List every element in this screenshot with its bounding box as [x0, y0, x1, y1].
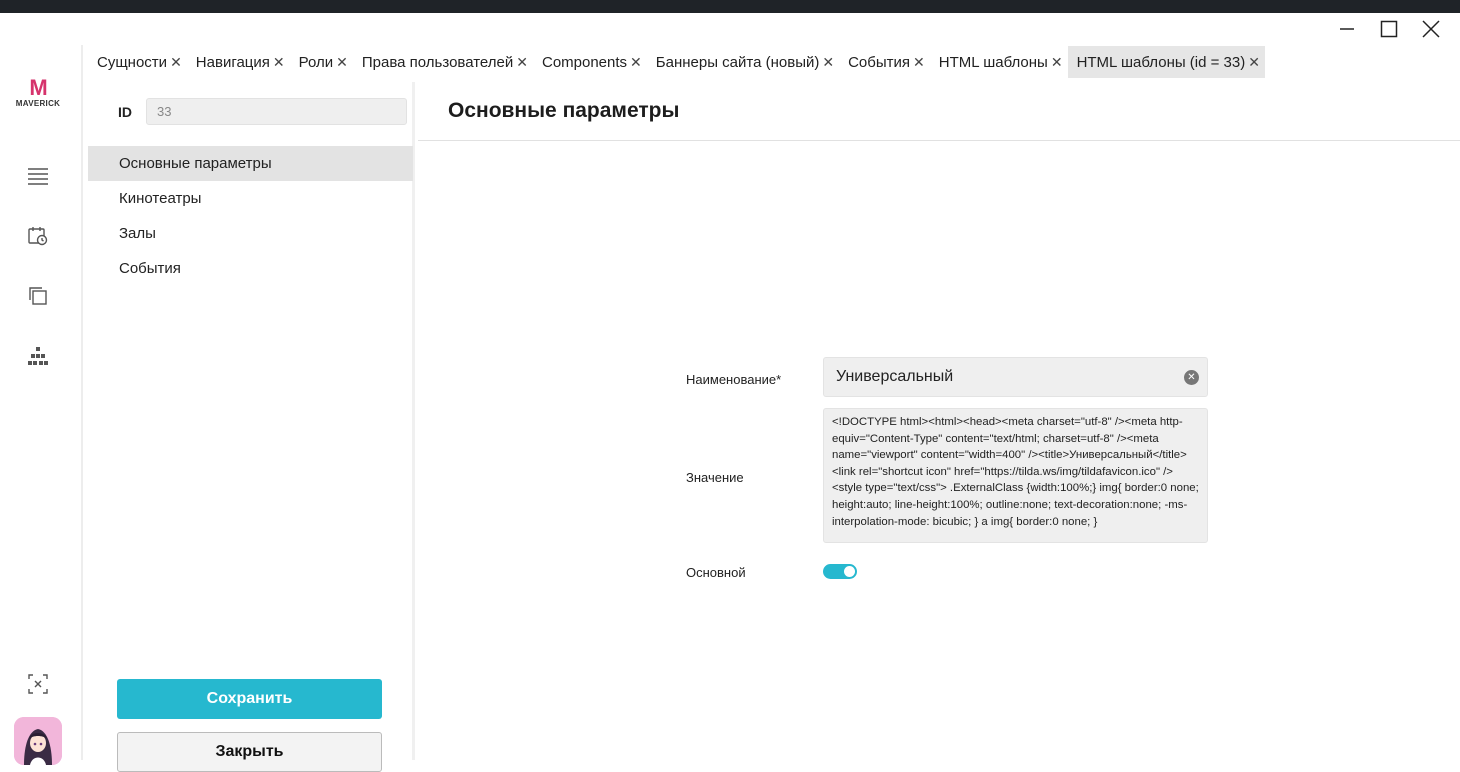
id-row: ID 33: [118, 98, 407, 125]
tab-close-icon[interactable]: ✕: [913, 54, 925, 71]
tab-roles[interactable]: Роли ✕: [290, 46, 353, 78]
minimize-icon[interactable]: [1332, 14, 1362, 44]
tab-label: HTML шаблоны (id = 33): [1076, 53, 1246, 71]
close-button[interactable]: Закрыть: [117, 732, 382, 772]
section-nav: Основные параметры Кинотеатры Залы Событ…: [88, 146, 413, 286]
tab-label: Роли: [298, 53, 334, 71]
id-label: ID: [118, 103, 132, 120]
name-value: Универсальный: [836, 368, 954, 385]
main-content: Основные параметры Наименование* Универс…: [418, 82, 1460, 760]
primary-label: Основной: [686, 565, 746, 580]
tab-close-icon[interactable]: ✕: [170, 54, 182, 71]
tab-label: Права пользователей: [361, 53, 514, 71]
tab-label: Сущности: [97, 53, 168, 71]
nav-item-events[interactable]: События: [88, 251, 413, 286]
tab-close-icon[interactable]: ✕: [630, 54, 642, 71]
clear-input-icon[interactable]: ✕: [1184, 370, 1199, 385]
tab-entities[interactable]: Сущности ✕: [88, 46, 187, 78]
value-textarea[interactable]: <!DOCTYPE html><html><head><meta charset…: [823, 408, 1208, 543]
tab-user-rights[interactable]: Права пользователей ✕: [353, 46, 533, 78]
close-icon[interactable]: [1416, 14, 1446, 44]
tab-site-banners[interactable]: Баннеры сайта (новый) ✕: [647, 46, 839, 78]
tab-label: События: [848, 53, 911, 71]
id-field: 33: [146, 98, 407, 125]
tab-label: Баннеры сайта (новый): [655, 53, 820, 71]
nav-item-main-params[interactable]: Основные параметры: [88, 146, 413, 181]
copy-icon[interactable]: [25, 283, 51, 309]
tab-label: Навигация: [195, 53, 270, 71]
tab-events[interactable]: События ✕: [839, 46, 930, 78]
menu-icon[interactable]: [25, 163, 51, 189]
side-rail: M MAVERICK: [0, 45, 83, 765]
os-top-bar: [0, 0, 1460, 13]
tab-label: HTML шаблоны: [938, 53, 1048, 71]
logo-word: MAVERICK: [15, 99, 61, 108]
maverick-logo[interactable]: M MAVERICK: [6, 75, 70, 109]
tab-close-icon[interactable]: ✕: [336, 54, 348, 71]
name-label: Наименование*: [686, 372, 782, 387]
maximize-icon[interactable]: [1374, 14, 1404, 44]
name-input[interactable]: Универсальный ✕: [823, 357, 1208, 397]
tab-close-icon[interactable]: ✕: [1051, 54, 1063, 71]
nav-item-halls[interactable]: Залы: [88, 216, 413, 251]
tab-close-icon[interactable]: ✕: [516, 54, 528, 71]
fullscreen-exit-icon[interactable]: [25, 671, 51, 697]
avatar[interactable]: [14, 717, 62, 765]
tab-close-icon[interactable]: ✕: [1248, 54, 1260, 71]
tab-html-template-33[interactable]: HTML шаблоны (id = 33) ✕: [1067, 46, 1265, 78]
hierarchy-icon[interactable]: [25, 343, 51, 369]
tab-bar: Сущности ✕ Навигация ✕ Роли ✕ Права пользов…: [88, 46, 1265, 78]
main-header: Основные параметры: [418, 82, 1460, 141]
tab-components[interactable]: Components ✕: [533, 46, 647, 78]
tab-navigation[interactable]: Навигация ✕: [187, 46, 290, 78]
record-sidebar: ID 33 Основные параметры Кинотеатры Залы…: [88, 82, 415, 772]
page-title: Основные параметры: [448, 99, 680, 122]
primary-toggle[interactable]: [823, 564, 857, 579]
save-button[interactable]: Сохранить: [117, 679, 382, 719]
nav-item-cinemas[interactable]: Кинотеатры: [88, 181, 413, 216]
tab-close-icon[interactable]: ✕: [822, 54, 834, 71]
calendar-clock-icon[interactable]: [25, 223, 51, 249]
window-controls: [1310, 13, 1460, 45]
tab-close-icon[interactable]: ✕: [273, 54, 285, 71]
value-label: Значение: [686, 470, 744, 485]
tab-html-templates[interactable]: HTML шаблоны ✕: [930, 46, 1068, 78]
logo-letter: M: [29, 75, 47, 100]
tab-label: Components: [541, 53, 628, 71]
toggle-knob: [844, 566, 855, 577]
